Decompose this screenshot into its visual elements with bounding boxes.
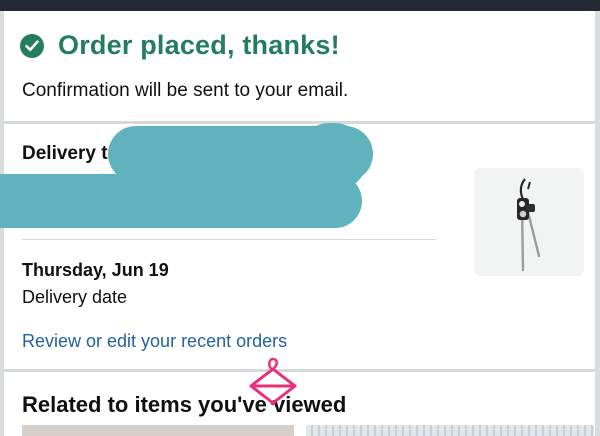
delivery-to-heading: Delivery to bbox=[22, 143, 120, 164]
status-bar bbox=[0, 0, 600, 11]
delivery-date-value: Thursday, Jun 19 bbox=[22, 260, 169, 280]
section-divider bbox=[4, 121, 595, 124]
delivery-date-label: Delivery date bbox=[22, 287, 128, 307]
address-redaction bbox=[0, 174, 362, 228]
product-thumbnail[interactable] bbox=[474, 168, 584, 276]
related-item-tile[interactable] bbox=[22, 425, 294, 436]
confirmation-subtitle: Confirmation will be sent to your email. bbox=[22, 80, 349, 101]
page-right-border bbox=[595, 11, 600, 436]
order-confirmation-header: Order placed, thanks! bbox=[20, 30, 340, 61]
can-opener-image bbox=[517, 178, 541, 272]
delivery-divider bbox=[22, 239, 436, 240]
hanger-icon bbox=[249, 357, 297, 406]
confirmation-title: Order placed, thanks! bbox=[58, 30, 340, 60]
related-item-tile[interactable] bbox=[306, 425, 594, 436]
review-orders-link[interactable]: Review or edit your recent orders bbox=[22, 331, 287, 352]
check-circle-icon bbox=[20, 33, 44, 58]
